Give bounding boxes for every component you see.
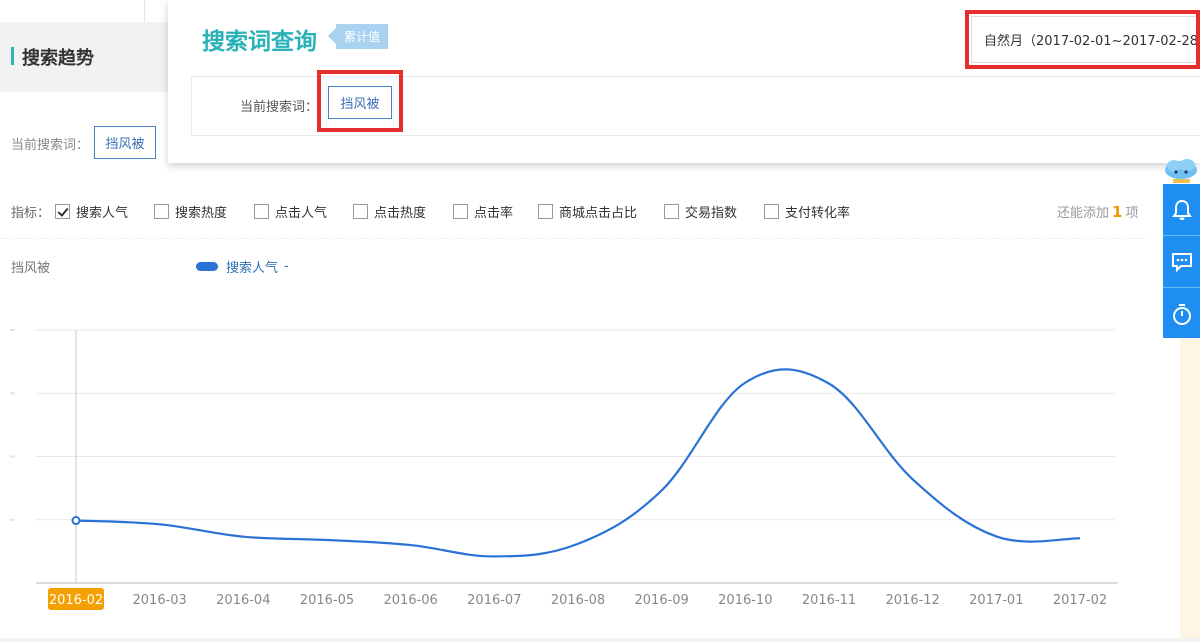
legend-value: -: [284, 259, 289, 274]
x-tick-label: 2016-05: [300, 593, 354, 608]
x-tick-label: 2016-04: [216, 593, 270, 608]
indicator-mall-click-share[interactable]: 商城点击占比: [538, 202, 637, 221]
bell-icon: [1171, 199, 1192, 220]
indicator-search-popularity[interactable]: 搜索人气: [55, 202, 128, 221]
checkbox-icon[interactable]: [55, 203, 70, 219]
y-tick-mark: [10, 392, 15, 395]
left-current-term-tag[interactable]: 挡风被: [94, 126, 156, 159]
checkbox-icon[interactable]: [254, 203, 269, 219]
x-tick-label: 2016-08: [551, 593, 605, 608]
x-tick-label: 2017-01: [969, 593, 1023, 608]
indicator-trade-index[interactable]: 交易指数: [664, 202, 737, 221]
left-top-strip: [0, 0, 145, 22]
bottom-edge: [0, 638, 1200, 642]
legend-swatch: [196, 262, 218, 271]
stopwatch-icon: [1172, 304, 1191, 325]
x-tick-label: 2016-09: [635, 593, 689, 608]
legend-label: 搜索人气: [226, 261, 279, 276]
hover-point: [71, 516, 81, 526]
series-term-label: 挡风被: [11, 261, 51, 276]
cumulative-badge: 累计值: [327, 24, 389, 49]
popup-title: 搜索词查询: [202, 29, 317, 55]
indicator-payment-conversion[interactable]: 支付转化率: [764, 202, 850, 221]
mascot-cloud-icon[interactable]: [1163, 156, 1200, 184]
x-tick-label: 2016-07: [467, 593, 521, 608]
right-edge-strip: [1180, 338, 1200, 642]
checkbox-icon[interactable]: [453, 203, 468, 219]
x-tick-label: 2016-11: [802, 593, 856, 608]
popup-current-term-label: 当前搜索词：: [240, 100, 319, 115]
chat-icon: [1171, 252, 1192, 272]
indicator-remaining-count: 1: [1112, 203, 1123, 221]
x-tick-label: 2016-10: [718, 593, 772, 608]
checkbox-icon[interactable]: [353, 203, 368, 219]
indicator-label: 指标：: [11, 206, 51, 221]
highlight-box-term: [317, 70, 403, 132]
chart-legend[interactable]: 搜索人气 -: [196, 257, 289, 276]
indicator-click-rate[interactable]: 点击率: [453, 202, 513, 221]
x-tick-label: 2016-12: [886, 593, 940, 608]
highlight-box-date: [965, 10, 1200, 69]
row-divider: [0, 238, 1145, 239]
checkbox-icon[interactable]: [664, 203, 679, 219]
left-section-title: 搜索趋势: [22, 48, 94, 69]
checkbox-icon[interactable]: [154, 203, 169, 219]
trend-chart: 2016-02 2016-03 2016-04 2016-05 2016-06 2016-…: [10, 329, 1118, 610]
sidebar-timer-button[interactable]: [1163, 288, 1200, 340]
search-term-popup: 搜索词查询 累计值 当前搜索词： 挡风被 自然月（2017-02-01~2017…: [168, 0, 1200, 163]
y-tick-mark: [10, 329, 15, 331]
x-tick-label: 2017-02: [1053, 593, 1107, 608]
indicator-search-heat[interactable]: 搜索热度: [154, 202, 227, 221]
indicator-add-more: 还能添加 1 项: [1057, 203, 1139, 221]
x-tick-label: 2016-06: [384, 593, 438, 608]
checkbox-icon[interactable]: [538, 203, 553, 219]
x-tick-label: 2016-02: [49, 593, 103, 608]
y-tick-mark: [10, 518, 15, 521]
sidebar-chat-button[interactable]: [1163, 236, 1200, 288]
left-current-term-label: 当前搜索词：: [11, 138, 90, 153]
sidebar-bell-button[interactable]: [1163, 184, 1200, 236]
left-title-accent: [11, 47, 14, 65]
right-tool-sidebar: [1163, 184, 1200, 338]
series-line-search-popularity: [75, 368, 1081, 558]
checkbox-icon[interactable]: [764, 203, 779, 219]
indicator-click-heat[interactable]: 点击热度: [353, 202, 426, 221]
indicator-click-popularity[interactable]: 点击人气: [254, 202, 327, 221]
x-tick-label: 2016-03: [133, 593, 187, 608]
y-tick-mark: [10, 455, 15, 458]
